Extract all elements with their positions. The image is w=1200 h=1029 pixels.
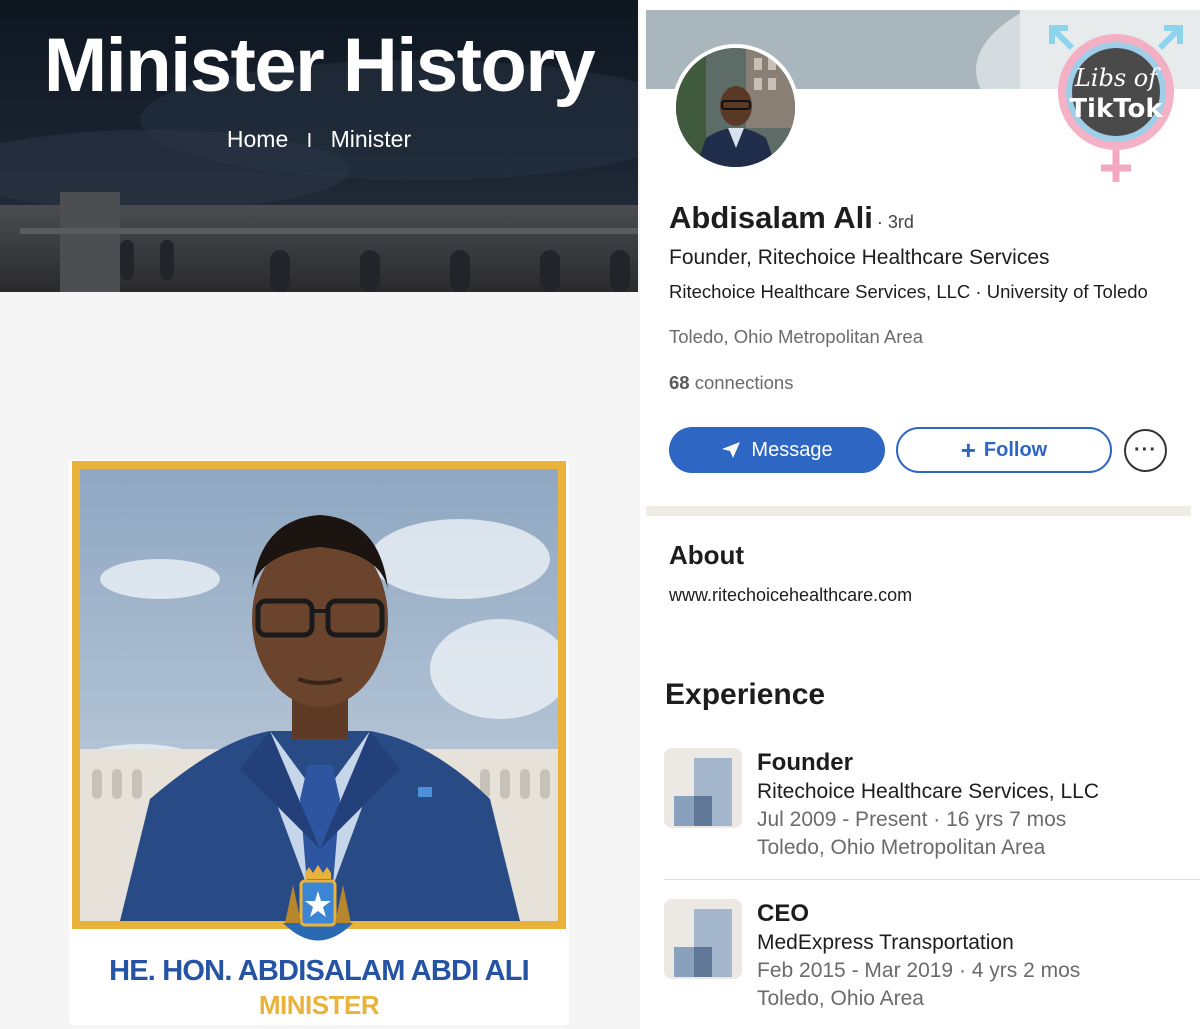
- experience-location: Toledo, Ohio Metropolitan Area: [757, 836, 1046, 859]
- more-icon: ···: [1134, 439, 1157, 461]
- experience-dates: Feb 2015 - Mar 2019 · 4 yrs 2 mos: [757, 959, 1081, 982]
- experience-role: Founder: [757, 749, 853, 776]
- follow-button[interactable]: + Follow: [896, 427, 1112, 473]
- experience-company: MedExpress Transportation: [757, 931, 1014, 954]
- experience-separator: [664, 879, 1200, 880]
- section-divider: [646, 506, 1191, 516]
- watermark-line2: TikTok: [1069, 94, 1163, 124]
- company-logo-placeholder: [664, 899, 742, 979]
- follow-button-label: Follow: [983, 438, 1048, 461]
- minister-card: HE. HON. ABDISALAM ABDI ALI MINISTER: [69, 459, 569, 1025]
- avatar-photo: [676, 48, 795, 167]
- profile-name: Abdisalam Ali: [669, 200, 873, 235]
- plus-icon: +: [960, 435, 976, 465]
- profile-avatar[interactable]: [672, 44, 799, 171]
- experience-role: CEO: [757, 900, 810, 927]
- send-icon: [722, 442, 741, 458]
- breadcrumb-separator: I: [306, 130, 313, 152]
- portrait-illustration: [80, 469, 558, 921]
- breadcrumb: Home I Minister: [0, 126, 638, 153]
- experience-heading: Experience: [665, 678, 826, 711]
- breadcrumb-home-link[interactable]: Home: [227, 126, 288, 153]
- company-logo-placeholder: [664, 748, 742, 828]
- experience-dates: Jul 2009 - Present · 16 yrs 7 mos: [757, 808, 1067, 831]
- connection-degree: · 3rd: [876, 212, 914, 232]
- breadcrumb-current[interactable]: Minister: [331, 126, 412, 153]
- experience-location: Toledo, Ohio Area: [757, 987, 924, 1010]
- hero-banner: Minister History Home I Minister: [0, 0, 638, 292]
- connections-label: connections: [694, 372, 794, 393]
- profile-location: Toledo, Ohio Metropolitan Area: [669, 326, 924, 347]
- libs-of-tiktok-watermark: Libs of TikTok: [1049, 25, 1183, 182]
- minister-portrait: [72, 461, 566, 929]
- about-website-link[interactable]: www.ritechoicehealthcare.com: [669, 585, 912, 606]
- message-button[interactable]: Message: [669, 427, 885, 473]
- profile-name-row: Abdisalam Ali · 3rd: [669, 200, 914, 236]
- watermark-line1: Libs of: [1074, 64, 1161, 92]
- linkedin-profile-panel: Libs of TikTok Abdisalam Ali · 3rd Founde…: [646, 0, 1200, 1029]
- page-title: Minister History: [43, 23, 596, 108]
- minister-role: MINISTER: [258, 990, 380, 1020]
- connections-count: 68: [669, 372, 690, 393]
- profile-headline: Founder, Ritechoice Healthcare Services: [669, 246, 1050, 269]
- about-heading: About: [669, 540, 745, 570]
- somalia-coat-of-arms-emblem: [283, 865, 353, 941]
- profile-connections[interactable]: 68 connections: [669, 372, 793, 394]
- profile-company-education: Ritechoice Healthcare Services, LLC · Un…: [669, 281, 1148, 302]
- minister-name: HE. HON. ABDISALAM ABDI ALI: [109, 955, 530, 987]
- minister-page-panel: Minister History Home I Minister HE. HON…: [0, 0, 640, 1029]
- more-options-button[interactable]: ···: [1124, 429, 1167, 472]
- experience-company: Ritechoice Healthcare Services, LLC: [757, 780, 1099, 803]
- message-button-label: Message: [751, 438, 833, 461]
